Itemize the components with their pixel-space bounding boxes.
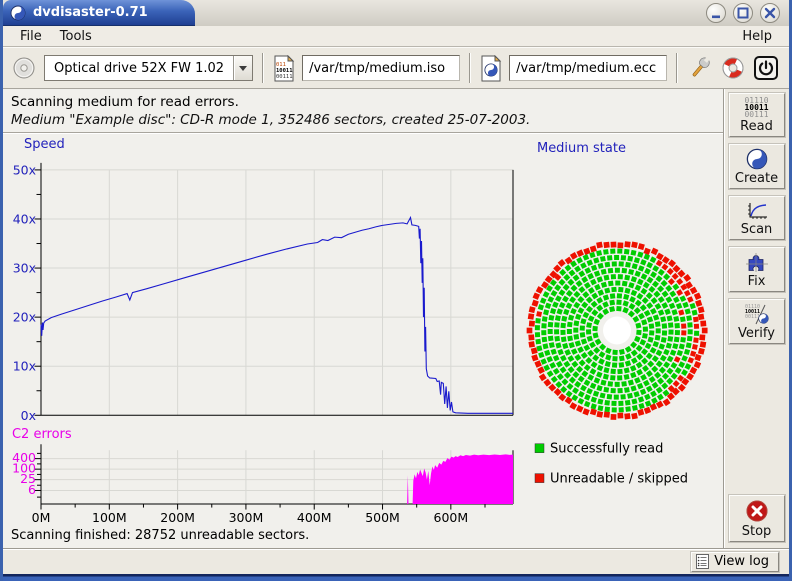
- svg-text:Unreadable / skipped: Unreadable / skipped: [550, 472, 688, 487]
- scan-button[interactable]: Scan: [729, 196, 785, 240]
- svg-text:00111: 00111: [276, 74, 293, 80]
- close-button[interactable]: [760, 3, 780, 23]
- status-block: Scanning medium for read errors. Medium …: [3, 89, 723, 133]
- drive-selector-value: Optical drive 52X FW 1.02: [45, 56, 233, 80]
- wrench-icon: [687, 55, 713, 81]
- drive-selector[interactable]: Optical drive 52X FW 1.02: [44, 55, 253, 81]
- svg-text:500M: 500M: [365, 510, 400, 525]
- menu-file[interactable]: File: [11, 28, 51, 45]
- drive-selector-arrow[interactable]: [233, 56, 252, 80]
- minimize-icon: [707, 4, 725, 22]
- status-line-1: Scanning medium for read errors.: [11, 94, 715, 110]
- window-title: dvdisaster-0.71: [33, 5, 148, 20]
- cd-drive-icon: [11, 55, 37, 81]
- action-sidebar: 01110 10011 00111 Read Create Scan: [723, 89, 789, 548]
- svg-text:20x: 20x: [13, 310, 36, 325]
- titlebar[interactable]: dvdisaster-0.71: [3, 0, 789, 26]
- app-icon: [10, 5, 26, 21]
- svg-text:Successfully read: Successfully read: [550, 442, 663, 457]
- maximize-icon: [734, 4, 752, 22]
- close-icon: [761, 4, 779, 22]
- stop-label: Stop: [742, 524, 772, 539]
- toolbar-separator: [469, 53, 471, 83]
- svg-text:400: 400: [12, 450, 36, 465]
- verify-icon: 01110 10011 00111: [744, 303, 770, 325]
- create-label: Create: [735, 171, 778, 186]
- view-log-button[interactable]: View log: [691, 552, 779, 572]
- svg-text:400M: 400M: [297, 510, 332, 525]
- yin-yang-icon: [746, 148, 768, 170]
- lifesaver-icon: [720, 55, 746, 81]
- fix-button[interactable]: Fix: [729, 247, 785, 292]
- window-bottom-border: [3, 574, 789, 581]
- scan-label: Scan: [741, 222, 773, 237]
- statusbar: View log: [3, 548, 789, 574]
- preferences-button[interactable]: [687, 55, 713, 81]
- svg-text:50x: 50x: [13, 162, 36, 177]
- maximize-button[interactable]: [733, 3, 753, 23]
- read-label: Read: [740, 119, 773, 134]
- stop-button[interactable]: Stop: [729, 495, 785, 542]
- toolbar-separator: [262, 53, 264, 83]
- fix-label: Fix: [748, 274, 766, 289]
- log-icon: [696, 554, 709, 569]
- image-file-icon: 011 10011 00111: [273, 55, 295, 82]
- read-button[interactable]: 01110 10011 00111 Read: [729, 93, 785, 137]
- power-icon: [753, 55, 779, 81]
- help-lifesaver-button[interactable]: [720, 55, 746, 81]
- menu-help[interactable]: Help: [733, 28, 781, 45]
- verify-button[interactable]: 01110 10011 00111 Verify: [729, 299, 785, 344]
- ecc-file-input[interactable]: /var/tmp/medium.ecc: [509, 55, 667, 81]
- quit-button[interactable]: [753, 55, 779, 81]
- menu-tools[interactable]: Tools: [51, 28, 101, 45]
- svg-text:300M: 300M: [229, 510, 264, 525]
- chevron-down-icon: [239, 66, 247, 75]
- svg-text:C2 errors: C2 errors: [12, 427, 72, 442]
- svg-text:100M: 100M: [92, 510, 127, 525]
- scan-chart-icon: [745, 201, 769, 221]
- content-area: Scanning medium for read errors. Medium …: [3, 89, 789, 548]
- view-log-label: View log: [714, 554, 769, 569]
- titlebar-tab[interactable]: dvdisaster-0.71: [3, 0, 195, 26]
- menubar: File Tools Help: [3, 26, 789, 47]
- svg-text:Medium state: Medium state: [537, 141, 626, 156]
- charts-area: 0x10x20x30x40x50x6251004000M100M200M300M…: [3, 133, 723, 528]
- create-button[interactable]: Create: [729, 144, 785, 189]
- read-icon: 01110 10011 00111: [744, 97, 768, 118]
- app-window: dvdisaster-0.71 File Tools Help: [0, 0, 792, 581]
- minimize-button[interactable]: [706, 3, 726, 23]
- image-file-input[interactable]: /var/tmp/medium.iso: [302, 55, 460, 81]
- stop-icon: [745, 499, 769, 523]
- drive-icon-button[interactable]: [11, 55, 37, 81]
- svg-text:200M: 200M: [160, 510, 195, 525]
- svg-text:10x: 10x: [13, 359, 36, 374]
- svg-text:40x: 40x: [13, 211, 36, 226]
- finished-status: Scanning finished: 28752 unreadable sect…: [3, 528, 723, 548]
- ecc-file-icon: [480, 55, 502, 82]
- charts-svg: 0x10x20x30x40x50x6251004000M100M200M300M…: [3, 133, 723, 528]
- puzzle-icon: [745, 251, 769, 273]
- svg-text:0x: 0x: [21, 408, 36, 423]
- svg-text:0M: 0M: [32, 510, 51, 525]
- main-panel: Scanning medium for read errors. Medium …: [3, 89, 723, 548]
- status-line-2: Medium "Example disc": CD-R mode 1, 3524…: [11, 112, 715, 128]
- svg-text:30x: 30x: [13, 261, 36, 276]
- svg-text:600M: 600M: [434, 510, 469, 525]
- verify-label: Verify: [738, 326, 775, 341]
- svg-text:Speed: Speed: [24, 137, 65, 152]
- toolbar: Optical drive 52X FW 1.02 011 10011 0011…: [3, 47, 789, 89]
- toolbar-separator: [676, 53, 678, 83]
